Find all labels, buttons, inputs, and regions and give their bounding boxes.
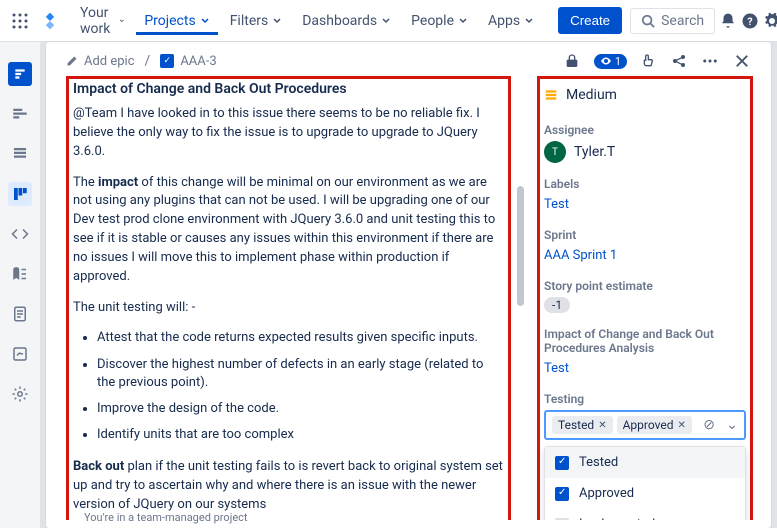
nav-dashboards[interactable]: Dashboards <box>294 7 399 35</box>
priority-field[interactable]: Medium <box>544 81 746 109</box>
impact-label: Impact of Change and Back Out Procedures… <box>544 327 746 355</box>
add-shortcut-icon[interactable] <box>8 342 32 366</box>
project-settings-icon[interactable] <box>8 382 32 406</box>
desc-li-3: Improve the design of the code. <box>97 400 504 418</box>
svg-text:?: ? <box>748 14 753 27</box>
chevron-down-icon[interactable]: ⌄ <box>726 417 738 433</box>
labels-field[interactable]: Labels Test <box>544 177 746 214</box>
create-button[interactable]: Create <box>558 7 622 34</box>
description-title: Impact of Change and Back Out Procedures <box>73 81 504 97</box>
watch-button[interactable]: 1 <box>594 54 627 69</box>
footer-hint: You're in a team-managed project <box>84 511 248 524</box>
eye-icon <box>600 55 612 67</box>
sp-value: -1 <box>544 297 570 313</box>
scrollbar-thumb[interactable] <box>517 186 524 306</box>
sprint-value[interactable]: AAA Sprint 1 <box>544 246 746 265</box>
side-highlight-box: Medium Assignee T Tyler.T Labels Test <box>537 76 753 520</box>
close-icon[interactable] <box>733 52 751 70</box>
tag-tested: Tested✕ <box>552 416 613 434</box>
description-content[interactable]: Impact of Change and Back Out Procedures… <box>73 81 504 520</box>
search-input[interactable]: Search <box>630 8 715 34</box>
issue-modal: Add epic / ✓ AAA-3 1 <box>46 42 771 528</box>
nav-projects[interactable]: Projects <box>136 7 217 35</box>
releases-icon[interactable] <box>8 262 32 286</box>
backlog-icon[interactable] <box>8 142 32 166</box>
issue-key-link[interactable]: ✓ AAA-3 <box>160 54 216 69</box>
left-rail <box>0 42 40 528</box>
impact-field[interactable]: Impact of Change and Back Out Procedures… <box>544 327 746 378</box>
priority-value: Medium <box>566 87 617 103</box>
nav-people[interactable]: People <box>403 7 476 35</box>
roadmap-icon[interactable] <box>8 102 32 126</box>
assignee-field[interactable]: Assignee T Tyler.T <box>544 123 746 163</box>
testing-field: Testing Tested✕ Approved✕ ⊘ ⌄ Tested App… <box>544 392 746 520</box>
modal-header: Add epic / ✓ AAA-3 1 <box>46 42 771 76</box>
assignee-avatar: T <box>544 141 566 163</box>
labels-label: Labels <box>544 177 746 191</box>
checkbox-checked-icon <box>555 456 569 470</box>
testing-options-dropdown: Tested Approved Implemented <box>544 446 746 520</box>
desc-li-1: Attest that the code returns expected re… <box>97 329 504 347</box>
option-implemented[interactable]: Implemented <box>545 509 745 520</box>
clear-icon[interactable]: ⊘ <box>703 417 715 433</box>
label-value[interactable]: Test <box>544 195 746 214</box>
apps-switcher-icon[interactable] <box>12 9 28 33</box>
pages-icon[interactable] <box>8 302 32 326</box>
add-epic-link[interactable]: Add epic <box>66 54 135 69</box>
search-icon <box>641 14 655 28</box>
desc-li-2: Discover the highest number of defects i… <box>97 356 504 392</box>
issue-main-column: Impact of Change and Back Out Procedures… <box>52 76 525 520</box>
priority-medium-icon <box>544 88 558 102</box>
lock-icon[interactable] <box>564 53 580 69</box>
sp-label: Story point estimate <box>544 279 746 293</box>
desc-p1: @Team I have looked in to this issue the… <box>73 106 480 159</box>
option-tested[interactable]: Tested <box>545 447 745 478</box>
desc-li-4: Identify units that are too complex <box>97 426 504 444</box>
checkbox-checked-icon <box>555 487 569 501</box>
desc-list: Attest that the code returns expected re… <box>97 329 504 444</box>
tag-remove-icon[interactable]: ✕ <box>677 420 685 431</box>
nav-apps[interactable]: Apps <box>480 7 542 35</box>
assignee-name: Tyler.T <box>574 144 615 160</box>
project-avatar[interactable] <box>8 62 32 86</box>
share-icon[interactable] <box>671 53 687 69</box>
sprint-label: Sprint <box>544 228 746 242</box>
checkbox-unchecked-icon <box>555 518 569 521</box>
help-icon[interactable]: ? <box>741 7 759 35</box>
testing-select[interactable]: Tested✕ Approved✕ ⊘ ⌄ <box>544 410 746 440</box>
desc-testing-intro: The unit testing will: - <box>73 299 504 318</box>
nav-filters[interactable]: Filters <box>222 7 291 35</box>
option-approved[interactable]: Approved <box>545 478 745 509</box>
issue-modal-overlay: Add epic / ✓ AAA-3 1 <box>40 42 777 528</box>
tag-remove-icon[interactable]: ✕ <box>598 420 606 431</box>
tag-approved: Approved✕ <box>617 416 692 434</box>
board-icon[interactable] <box>8 182 32 206</box>
nav-your-work[interactable]: Your work <box>72 0 132 43</box>
sprint-field[interactable]: Sprint AAA Sprint 1 <box>544 228 746 265</box>
notifications-icon[interactable] <box>719 7 737 35</box>
jira-logo-icon[interactable] <box>40 11 60 31</box>
code-icon[interactable] <box>8 222 32 246</box>
vote-icon[interactable] <box>641 53 657 69</box>
testing-label: Testing <box>544 392 746 406</box>
story-points-field[interactable]: Story point estimate -1 <box>544 279 746 313</box>
issue-side-column: Medium Assignee T Tyler.T Labels Test <box>525 76 765 520</box>
more-actions-icon[interactable] <box>701 52 719 70</box>
top-nav: Your work Projects Filters Dashboards Pe… <box>0 0 777 42</box>
breadcrumb-separator: / <box>145 53 151 69</box>
description-highlight-box: Impact of Change and Back Out Procedures… <box>66 76 511 520</box>
settings-icon[interactable] <box>763 7 777 35</box>
impact-value[interactable]: Test <box>544 359 746 378</box>
assignee-label: Assignee <box>544 123 746 137</box>
story-type-icon: ✓ <box>160 54 174 68</box>
pencil-icon <box>66 55 78 67</box>
